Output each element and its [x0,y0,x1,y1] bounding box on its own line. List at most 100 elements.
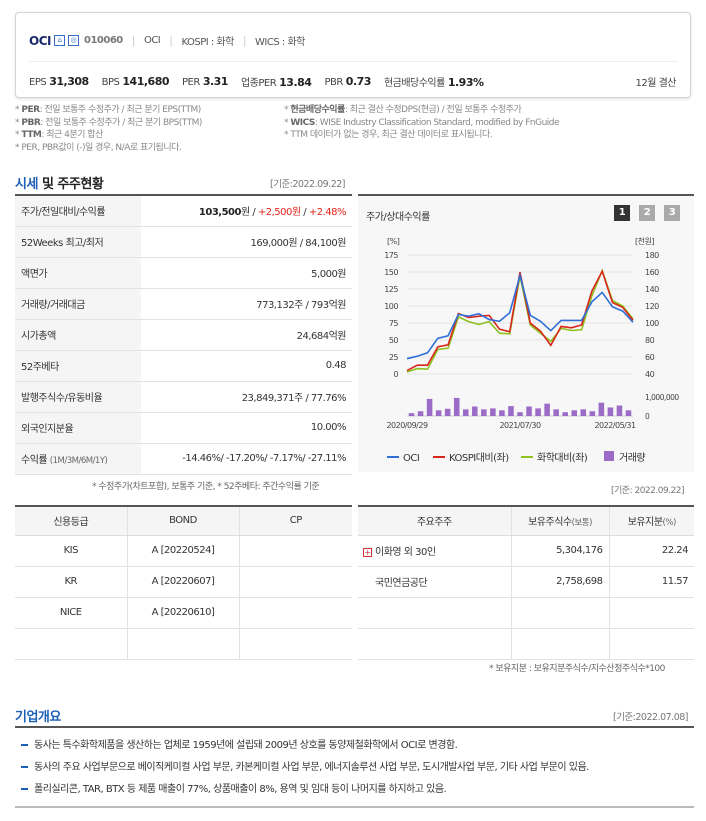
volume-tick-label: 1,000,000 [645,393,679,402]
overview-item: 동사의 주요 사업부문으로 베이직케미컬 사업 부문, 카본케미컬 사업 부문,… [21,758,589,773]
left-tick-label: 125 [384,285,398,294]
left-tick-label: 50 [389,336,399,345]
volume-bar [417,411,424,416]
table-row: 52주베타 0.48 [15,350,352,382]
price-chart-panel: 주가/상대수익률 1 2 3 [%] [천원] 175 180 150 160 125 140… [358,194,694,472]
metric-pbr: PBR 0.73 [324,75,371,88]
volume-bar [535,408,541,416]
overview-item: 폴리실리콘, TAR, BTX 등 제품 매출이 77%, 상품매출이 8%, … [21,780,447,795]
right-tick-label: 100 [645,319,659,328]
volume-bar [435,410,442,416]
volume-bar [481,409,487,416]
volume-bar [616,405,623,416]
market-name: OCI [143,35,161,46]
legend-label: 화학대비(좌) [537,452,588,464]
left-tick-label: 25 [389,353,399,362]
table-row: KR A [20220607] [15,566,352,598]
metric-dividend-yield: 현금배당수익률 1.93% [383,76,484,89]
legend-label: OCI [403,453,419,464]
metric-industry-per: 업종PER 13.84 [240,76,312,89]
right-tick-label: 180 [645,251,659,260]
x-tick-label: 2021/07/30 [499,421,541,430]
overview-title: 기업개요 [15,710,61,725]
left-tick-label: 175 [384,251,398,260]
overview-date: [기준:2022.07.08] [613,712,689,723]
table-row: 액면가 5,000원 [15,257,352,289]
volume-bar [408,413,415,416]
expand-icon[interactable]: + [363,547,372,557]
volume-bar [508,406,514,416]
left-tick-label: 0 [393,370,398,379]
volume-bar [526,406,532,416]
legend-label: KOSPI대비(좌) [449,452,509,464]
right-tick-label: 140 [645,285,659,294]
volume-bar [598,402,605,416]
table-row: 주가/전일대비/수익률 103,500원 / +2,500원 / +2.48% [15,195,352,227]
legend-swatch [604,451,614,461]
x-tick-label: 2020/09/29 [386,421,428,430]
volume-bar [571,410,578,416]
market-footnote: * 수정주가(차트포함), 보통주 기준, * 52주베타: 주간수익률 기준 [92,482,320,492]
fiscal-month: 12월 결산 [635,78,676,89]
right-axis-unit: [천원] [635,236,654,246]
overview-item: 동사는 특수화학제품을 생산하는 업체로 1959년에 설립돼 2009년 상호… [21,736,458,751]
metrics-row: EPS 31,308 BPS 141,680 PER 3.31 업종PER 13.84 … [29,74,497,89]
table-row: + 이화영 외 30인 5,304,176 22.24 [358,535,694,567]
right-tick-label: 60 [645,353,655,362]
table-row: 거래량/거래대금 773,132주 / 793억원 [15,288,352,320]
wics-sector: WICS : 화학 [255,37,305,48]
table-row: 수익률 (1M/3M/6M/1Y) -14.46%/ -17.20%/ -7.17… [15,443,352,475]
volume-bar [580,409,587,416]
table-row [15,628,352,660]
homepage-icon[interactable]: ◎ [67,35,79,46]
kospi-sector: KOSPI : 화학 [181,37,234,48]
table-row: NICE A [20220610] [15,597,352,629]
table-row: 시가총액 24,684억원 [15,319,352,351]
volume-bar [544,403,550,416]
volume-tick-label: 0 [645,412,650,421]
table-row: 외국인지분율 10.00% [15,412,352,444]
left-tick-label: 150 [384,268,398,277]
right-tick-label: 80 [645,336,655,345]
volume-bar [444,408,451,416]
shareholders-table: 주요주주 보유주식수(보통) 보유지분(%) + 이화영 외 30인 5,304,176… [358,505,694,660]
table-row [358,628,694,660]
volume-bar [462,409,469,416]
metric-per: PER 3.31 [182,75,228,88]
stock-code: 010060 [83,35,123,46]
credit-rating-table: 신용등급 BOND CP KIS A [20220524] KR A [20220607… [15,505,352,660]
table-row: 발행주식수/유동비율 23,849,371주 / 77.76% [15,381,352,413]
volume-bar [553,409,559,416]
volume-bar [625,410,632,416]
company-name: OCI [29,33,51,48]
volume-bar [472,406,478,416]
metric-eps: EPS 31,308 [29,75,89,88]
shareholders-footnote: * 보유지분 : 보유지분주식수/지수산정주식수*100 [489,664,665,674]
home-icon[interactable]: ⌂ [53,35,65,46]
notes-left: * PER: 전일 보통주 수정주가 / 최근 분기 EPS(TTM) * PB… [15,105,202,153]
market-section-title: 시세 및 주주현황 [15,177,104,192]
x-tick-label: 2022/05/31 [594,421,636,430]
volume-bar [499,410,505,416]
series-line-2 [406,269,634,372]
company-header-card: OCI ⌂ ◎ 010060 | OCI | KOSPI : 화학 | WICS… [15,12,691,98]
notes-right: * 현금배당수익률: 최근 결산 수정DPS(현금) / 전일 보통주 수정주가… [284,105,560,140]
left-axis-unit: [%] [387,237,400,246]
volume-bar [426,398,433,416]
right-tick-label: 160 [645,268,659,277]
price-chart: [%] [천원] 175 180 150 160 125 140 100 120 75 100 50 80… [384,236,680,464]
volume-bar [562,412,568,416]
volume-bar [589,411,596,416]
right-tick-label: 40 [645,370,655,379]
table-row: 국민연금공단 2,758,698 11.57 [358,566,694,598]
table-row [358,597,694,629]
volume-bar [490,408,496,416]
market-date: [기준:2022.09.22] [270,179,346,190]
table-row: KIS A [20220524] [15,535,352,567]
volume-bar [607,407,614,416]
volume-bar [453,397,460,416]
table-row: 52Weeks 최고/최저 169,000원 / 84,100원 [15,226,352,258]
left-tick-label: 75 [389,319,399,328]
volume-bar [517,412,523,416]
metric-bps: BPS 141,680 [101,75,170,88]
